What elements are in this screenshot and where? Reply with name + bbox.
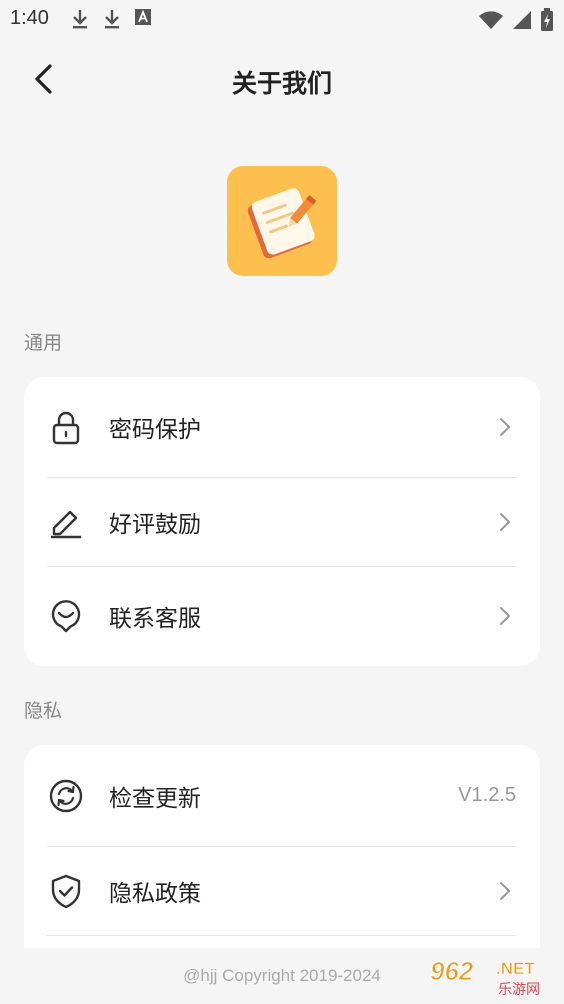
settings-row-label: 密码保护 xyxy=(109,417,201,443)
download-icon xyxy=(105,10,119,29)
app-version-value: V1.2.5 xyxy=(458,784,516,806)
chevron-right-icon xyxy=(500,881,510,900)
battery-charging-icon xyxy=(541,8,553,31)
signal-icon xyxy=(513,11,531,29)
status-notifications xyxy=(70,8,152,30)
pencil-icon xyxy=(51,510,81,538)
watermark-suffix: .NET xyxy=(496,959,535,978)
section-label-general: 通用 xyxy=(24,332,63,354)
settings-row-check-update[interactable]: 检查更新 V1.2.5 xyxy=(24,745,540,846)
chevron-right-icon xyxy=(500,418,510,436)
settings-row-contact-support[interactable]: 联系客服 xyxy=(24,566,540,666)
font-notification-icon xyxy=(135,9,151,25)
refresh-icon xyxy=(49,779,83,812)
chevron-right-icon xyxy=(500,607,510,625)
watermark-subtitle: 乐游网 xyxy=(498,982,540,998)
watermark-number: 962 xyxy=(430,956,474,986)
row-divider xyxy=(47,935,517,936)
chevron-right-icon xyxy=(500,512,510,531)
settings-row-rate-us[interactable]: 好评鼓励 xyxy=(24,477,540,566)
wifi-icon xyxy=(479,11,503,29)
smile-chat-icon xyxy=(51,600,81,633)
lock-icon xyxy=(52,411,80,445)
settings-row-label: 检查更新 xyxy=(109,785,201,812)
status-system-icons xyxy=(478,8,554,32)
site-watermark: 962 .NET 乐游网 xyxy=(422,952,562,1000)
page-title: 关于我们 xyxy=(231,69,332,98)
settings-row-label: 隐私政策 xyxy=(109,880,201,907)
section-label-privacy: 隐私 xyxy=(24,700,63,722)
notepad-pencil-icon xyxy=(247,188,317,259)
privacy-settings-card: 检查更新 V1.2.5 隐私政策 xyxy=(24,745,540,948)
shield-check-icon xyxy=(51,874,81,908)
settings-row-password-protection[interactable]: 密码保护 xyxy=(24,377,540,477)
settings-row-label: 联系客服 xyxy=(109,606,201,632)
settings-row-label: 好评鼓励 xyxy=(109,511,201,538)
app-logo xyxy=(227,166,337,276)
watermark-logo: 962 .NET 乐游网 xyxy=(424,956,560,998)
status-time: 1:40 xyxy=(10,7,49,29)
general-settings-card: 密码保护 好评鼓励 联系客服 xyxy=(24,377,540,666)
download-icon xyxy=(73,10,87,29)
status-bar: 1:40 xyxy=(0,0,564,40)
top-app-bar: 关于我们 xyxy=(0,50,564,110)
settings-row-privacy-policy[interactable]: 隐私政策 xyxy=(24,846,540,935)
